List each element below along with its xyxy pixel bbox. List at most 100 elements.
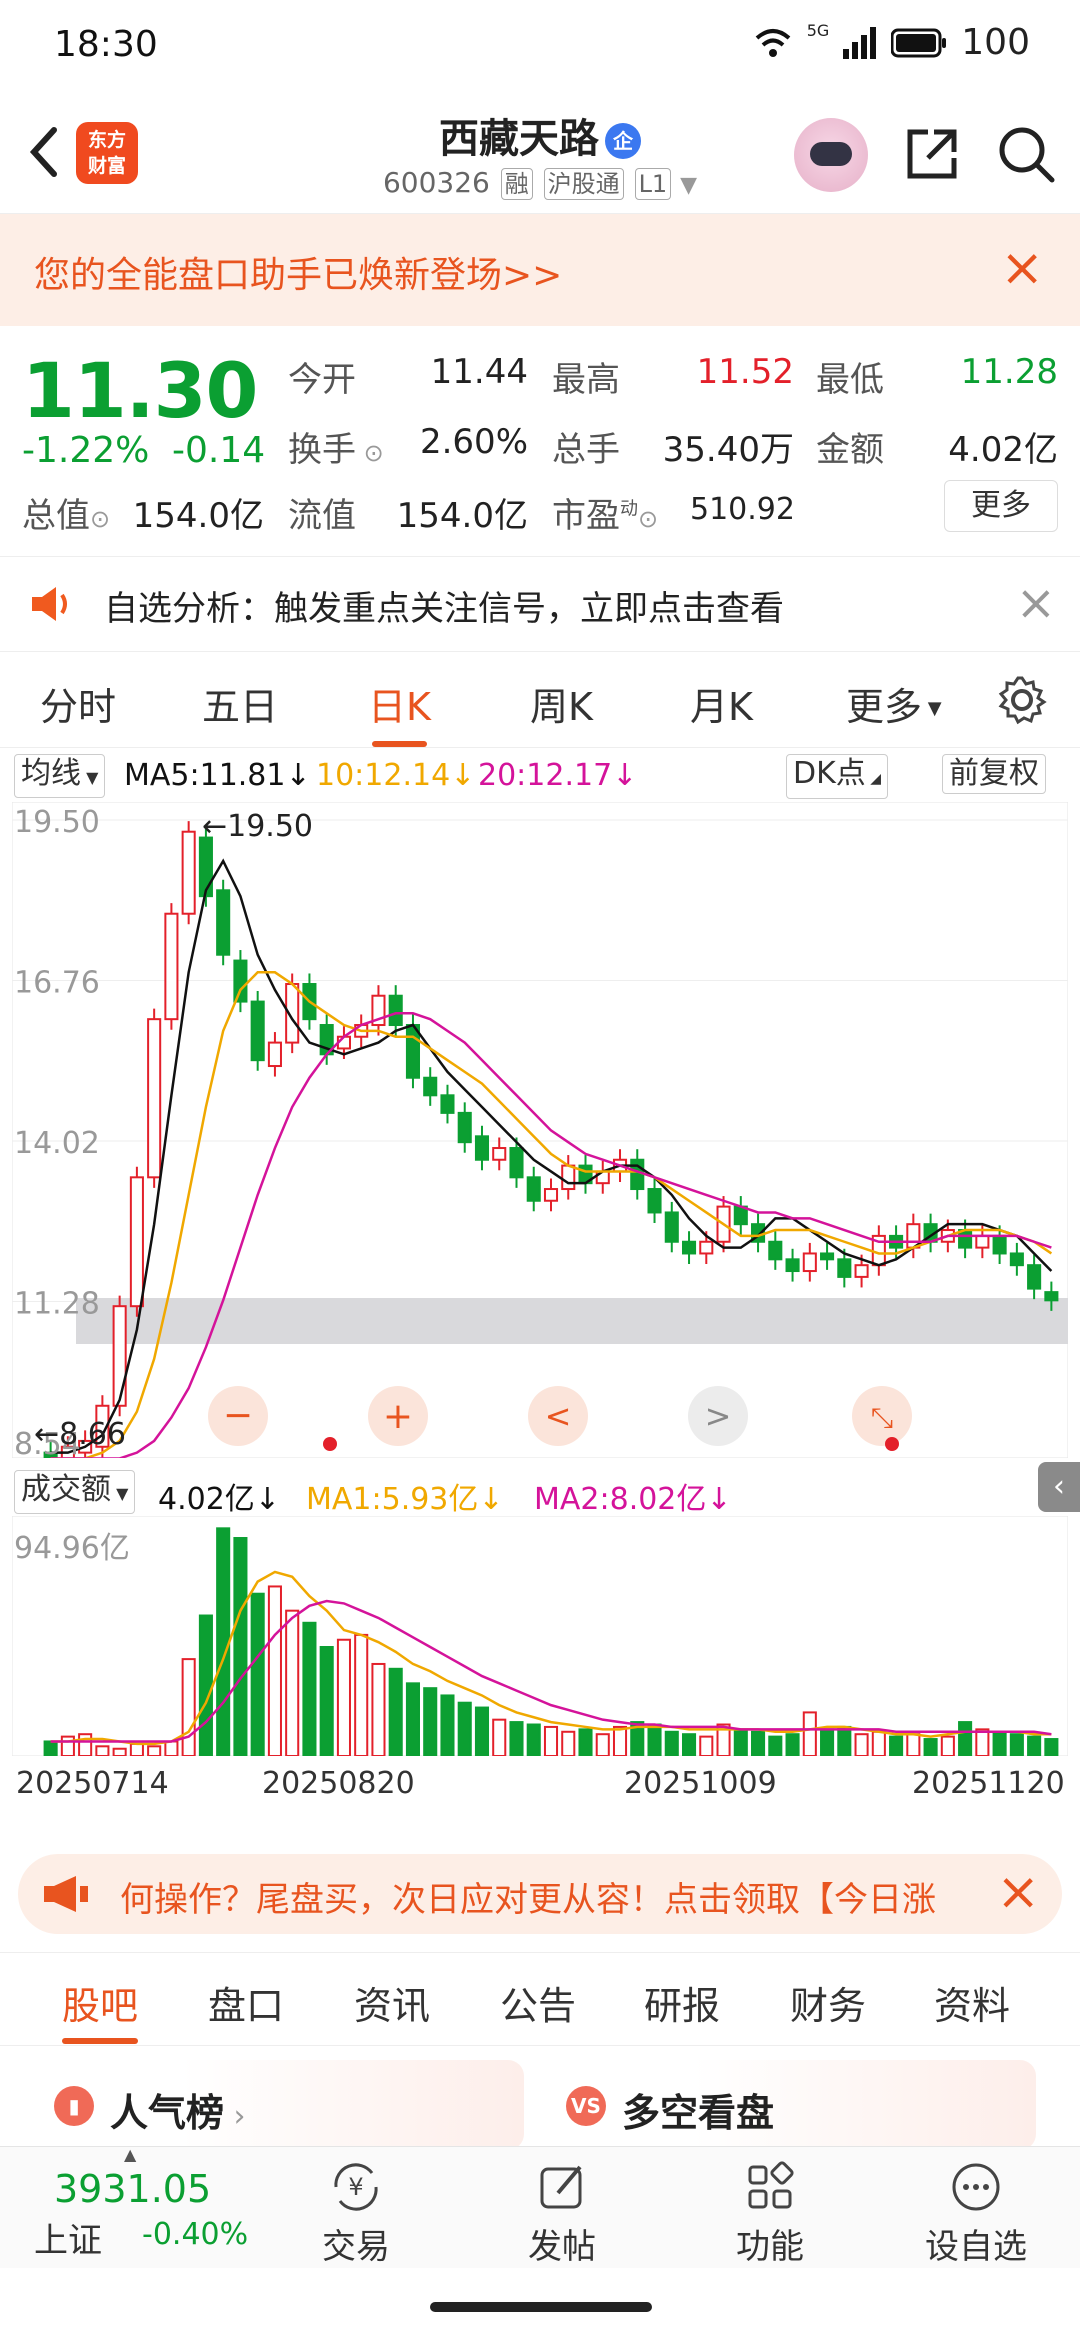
- more-button[interactable]: 更多: [944, 480, 1058, 532]
- adjust-select[interactable]: 前复权: [942, 754, 1046, 794]
- candle: [802, 1252, 817, 1273]
- pe-sup: 动: [620, 498, 638, 520]
- volume-bar: [336, 1638, 351, 1756]
- turnover-label[interactable]: 换手 ⊙: [288, 422, 384, 471]
- volume-bar: [371, 1662, 386, 1756]
- battery-icon: [891, 28, 947, 57]
- volume-indicator-select[interactable]: 成交额 ▼: [14, 1470, 136, 1514]
- tab-five-day[interactable]: 五日: [202, 676, 278, 731]
- event-dot[interactable]: [323, 1437, 337, 1451]
- enterprise-badge: 企: [605, 123, 641, 159]
- amount-value: 4.02亿: [948, 430, 1058, 470]
- expand-icon: ⤡: [871, 1401, 893, 1434]
- bull-bear-card[interactable]: VS 多空看盘: [546, 2060, 1036, 2150]
- support-band: [76, 1298, 1068, 1344]
- ad-text[interactable]: 何操作？尾盘买，次日应对更从容！点击领取【今日涨: [120, 1872, 936, 1921]
- minus-icon: −: [223, 1395, 253, 1436]
- candle: [647, 1188, 662, 1214]
- candle: [147, 1018, 162, 1179]
- candle: [768, 1240, 783, 1261]
- mktcap-label[interactable]: 总值⊙: [22, 488, 110, 537]
- watchlist-alert[interactable]: 自选分析：触发重点关注信号，立即点击查看 ×: [0, 556, 1080, 652]
- info-icon[interactable]: ⊙: [356, 439, 384, 467]
- pe-label[interactable]: 市盈动⊙: [552, 488, 658, 537]
- nav-add-watchlist[interactable]: 设自选: [906, 2159, 1046, 2268]
- info-icon[interactable]: ⊙: [638, 505, 658, 533]
- stock-code: 600326: [382, 166, 490, 199]
- nav-functions[interactable]: 功能: [700, 2159, 840, 2268]
- tab-orderbook[interactable]: 盘口: [208, 1975, 284, 2030]
- tab-profile[interactable]: 资料: [934, 1975, 1010, 2030]
- tab-monthly-k[interactable]: 月K: [690, 676, 753, 731]
- ma-legend: 均线 ▼ MA5:11.81↓ 10:12.14↓ 20:12.17↓ DK点 …: [0, 750, 1080, 800]
- card-label: 人气榜 ›: [110, 2082, 246, 2137]
- dk-point-select[interactable]: DK点 ◢: [786, 754, 888, 799]
- tab-forum[interactable]: 股吧: [62, 1975, 139, 2044]
- volume-bar: [543, 1725, 559, 1756]
- tab-weekly-k[interactable]: 周K: [530, 676, 593, 731]
- speaker-icon: [32, 587, 67, 621]
- volume-bar: [751, 1730, 766, 1756]
- volume-bar: [578, 1728, 593, 1756]
- home-indicator[interactable]: [430, 2302, 652, 2312]
- volume-chart[interactable]: 94.96亿: [12, 1516, 1068, 1756]
- volume-bar: [940, 1735, 955, 1756]
- volume-bar: [595, 1733, 610, 1756]
- close-icon[interactable]: ×: [1000, 240, 1044, 296]
- close-icon[interactable]: ×: [1016, 575, 1056, 631]
- nav-trade[interactable]: ¥ 交易: [286, 2159, 426, 2268]
- open-label: 今开: [288, 360, 356, 400]
- indicator-select-label: 均线: [21, 756, 81, 791]
- collapse-tab[interactable]: ‹: [1038, 1462, 1080, 1512]
- alert-text[interactable]: 自选分析：触发重点关注信号，立即点击查看: [104, 581, 784, 630]
- price-tick: 16.76: [14, 966, 100, 1001]
- tab-daily-k[interactable]: 日K: [368, 676, 431, 747]
- more-dots-icon: [952, 2163, 1000, 2211]
- low-label: 最低: [816, 360, 884, 400]
- megaphone-icon: [44, 1876, 88, 1912]
- event-dot[interactable]: [885, 1437, 899, 1451]
- indicator-select[interactable]: 均线 ▼: [14, 754, 106, 798]
- volume-bar: [405, 1682, 421, 1756]
- candle: [1044, 1291, 1059, 1302]
- candle: [664, 1211, 679, 1243]
- chevron-right-icon: ›: [224, 2099, 246, 2134]
- promo-banner[interactable]: 您的全能盘口助手已焕新登场>> ×: [0, 214, 1080, 326]
- chevron-down-icon[interactable]: ▼: [680, 173, 697, 198]
- candle: [630, 1158, 645, 1191]
- tab-news[interactable]: 资讯: [354, 1975, 430, 2030]
- info-icon[interactable]: ⊙: [90, 505, 110, 533]
- high-value: 11.52: [696, 352, 794, 392]
- tab-announcements[interactable]: 公告: [500, 1975, 576, 2030]
- search-icon[interactable]: [994, 122, 1058, 186]
- banner-text[interactable]: 您的全能盘口助手已焕新登场>>: [34, 246, 562, 298]
- share-icon[interactable]: [900, 122, 964, 186]
- index-ticker[interactable]: ▲ 3931.05 上证 -0.40%: [0, 2145, 290, 2269]
- nav-label: 交易: [322, 2227, 390, 2267]
- tab-intraday[interactable]: 分时: [40, 676, 116, 731]
- close-icon[interactable]: ×: [984, 1862, 1040, 1922]
- volume-label: 总手: [552, 430, 620, 470]
- nav-post[interactable]: 发帖: [492, 2159, 632, 2268]
- popularity-card[interactable]: ▮ 人气榜 ›: [34, 2060, 524, 2150]
- candle: [233, 959, 248, 1003]
- gear-icon[interactable]: [996, 674, 1048, 726]
- candle: [181, 830, 196, 915]
- tab-financials[interactable]: 财务: [790, 1975, 866, 2030]
- tab-more[interactable]: 更多 ▼: [846, 676, 942, 731]
- kline-chart[interactable]: 19.5016.7614.0211.288.54 ←19.50 ←8.66 − …: [12, 802, 1068, 1458]
- promo-ad[interactable]: 何操作？尾盘买，次日应对更从容！点击领取【今日涨 ×: [18, 1854, 1062, 1934]
- candle: [854, 1264, 869, 1278]
- volume-bar: [147, 1745, 162, 1756]
- volume-bar: [78, 1733, 93, 1756]
- index-value: 3931.05: [54, 2167, 212, 2211]
- ma5-value: MA5:11.81↓: [124, 758, 311, 793]
- assistant-avatar[interactable]: [794, 118, 868, 192]
- level-tag[interactable]: L1: [634, 168, 672, 200]
- tab-research[interactable]: 研报: [644, 1975, 720, 2030]
- volume-bar: [457, 1701, 472, 1756]
- volume-bar: [526, 1723, 541, 1756]
- stock-name-text: 西藏天路: [439, 116, 599, 162]
- volume-bar: [837, 1725, 852, 1756]
- price-tick: 19.50: [14, 805, 100, 840]
